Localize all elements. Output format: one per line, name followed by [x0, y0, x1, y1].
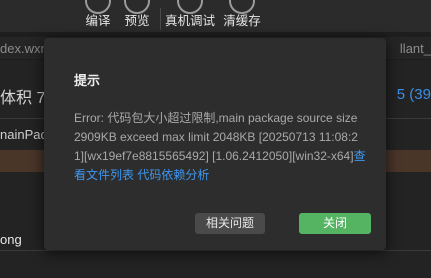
related-issues-button[interactable]: 相关问题 — [195, 213, 265, 234]
clear-cache-label: 清缓存 — [223, 14, 261, 28]
alert-dialog: 提示 Error: 代码包大小超过限制,main package source … — [44, 38, 386, 250]
list-row-text: ong — [0, 232, 22, 247]
preview-label: 预览 — [124, 14, 150, 28]
editor-tab-right[interactable]: llant_ — [400, 41, 431, 56]
size-number: 5 (39 — [396, 86, 431, 103]
remote-debug-label: 真机调试 — [164, 14, 215, 28]
compile-label: 编译 — [85, 14, 111, 28]
clear-cache-button[interactable]: 清缓存 — [220, 0, 264, 32]
close-button[interactable]: 关闭 — [299, 213, 371, 234]
dialog-message: Error: 代码包大小超过限制,main package source siz… — [74, 109, 366, 185]
dialog-title: 提示 — [74, 73, 101, 88]
toolbar-divider — [160, 8, 161, 30]
divider — [0, 250, 431, 251]
size-label: 体积 7. — [0, 90, 50, 107]
remote-debug-button[interactable]: 真机调试 — [163, 0, 217, 32]
dependency-analysis-link[interactable]: 代码依赖分析 — [137, 168, 209, 182]
toolbar: 编译 预览 真机调试 清缓存 — [0, 0, 431, 32]
error-text: Error: 代码包大小超过限制,main package source siz… — [74, 111, 358, 163]
compile-button[interactable]: 编译 — [80, 0, 116, 32]
preview-button[interactable]: 预览 — [119, 0, 155, 32]
